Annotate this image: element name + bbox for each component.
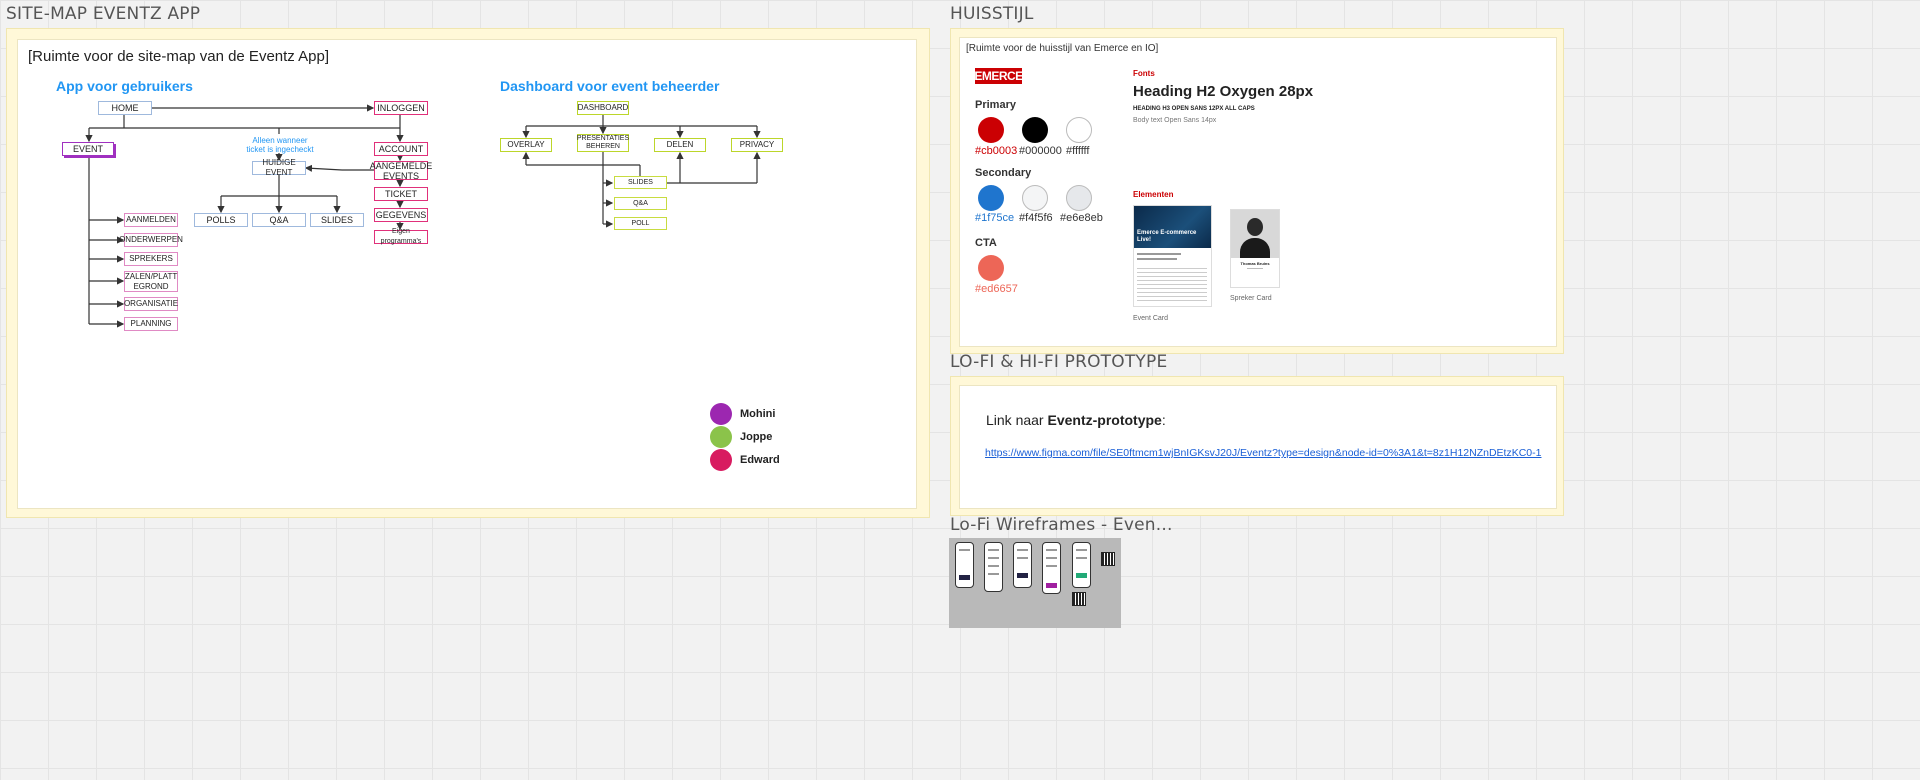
node-huidige-event[interactable]: HUIDIGE EVENT — [252, 158, 306, 177]
huisstijl-placeholder: [Ruimte voor de huisstijl van Emerce en … — [966, 43, 1159, 54]
node-zalen-plattegrond[interactable]: ZALEN/PLATT EGROND — [124, 271, 178, 292]
prototype-link-prefix: Link naar — [986, 412, 1048, 428]
node-dash-qa[interactable]: Q&A — [614, 197, 667, 210]
spreker-name: Thomas Bruins — [1240, 261, 1270, 266]
note-ingecheckt: Alleen wanneer ticket is ingecheckt — [246, 136, 314, 154]
node-dashboard[interactable]: DASHBOARD — [577, 101, 629, 115]
spreker-card-caption: Spreker Card — [1230, 295, 1272, 302]
cta-label: CTA — [975, 237, 997, 249]
primary-swatch-white — [1066, 117, 1092, 143]
secondary-swatch-light — [1022, 185, 1048, 211]
event-card-line — [1137, 253, 1181, 255]
prototype-link-bold: Eventz-prototype — [1047, 412, 1162, 428]
node-planning[interactable]: PLANNING — [124, 317, 178, 331]
node-dash-slides[interactable]: SLIDES — [614, 176, 667, 189]
secondary-hex-blue: #1f75ce — [975, 212, 1015, 224]
secondary-hex-grey: #e6e8eb — [1060, 212, 1103, 224]
primary-hex-white: #ffffff — [1066, 145, 1090, 157]
node-delen[interactable]: DELEN — [654, 138, 706, 152]
wireframe-phone-2 — [984, 542, 1003, 592]
legend-dot-mohini — [710, 403, 732, 425]
node-gegevens[interactable]: GEGEVENS — [374, 208, 428, 222]
event-card-caption: Event Card — [1133, 315, 1169, 322]
primary-swatch-black — [1022, 117, 1048, 143]
prototype-figma-link[interactable]: https://www.figma.com/file/SE0ftmcm1wjBn… — [985, 447, 1541, 459]
fonts-label: Fonts — [1133, 69, 1155, 78]
elementen-label: Elementen — [1133, 190, 1174, 199]
secondary-swatch-grey — [1066, 185, 1092, 211]
legend-dot-edward — [710, 449, 732, 471]
node-organisatie[interactable]: ORGANISATIE — [124, 297, 178, 311]
node-ticket[interactable]: TICKET — [374, 187, 428, 201]
node-event[interactable]: EVENT — [62, 142, 114, 156]
event-card[interactable]: Emerce E-commerce Live! — [1133, 205, 1212, 307]
heading-h2-sample: Heading H2 Oxygen 28px — [1133, 83, 1314, 100]
prototype-frame[interactable] — [950, 376, 1564, 516]
prototype-link-suffix: : — [1161, 412, 1166, 428]
secondary-swatch-blue — [978, 185, 1004, 211]
prototype-frame-title[interactable]: LO-FI & HI-FI PROTOTYPE — [950, 352, 1167, 372]
node-presentaties-beheren[interactable]: PRESENTATIES BEHEREN — [577, 134, 629, 152]
node-home[interactable]: HOME — [98, 101, 152, 115]
wireframes-frame[interactable] — [949, 538, 1121, 628]
node-polls[interactable]: POLLS — [194, 213, 248, 227]
wireframe-phone-5 — [1072, 542, 1091, 588]
secondary-label: Secondary — [975, 167, 1032, 179]
node-aangemelde-events[interactable]: AANGEMELDE EVENTS — [370, 161, 433, 181]
emerce-logo: EMERCE — [974, 68, 1023, 84]
cta-swatch — [978, 255, 1004, 281]
cta-hex: #ed6657 — [975, 283, 1018, 295]
spreker-divider — [1247, 268, 1263, 269]
huisstijl-frame-title[interactable]: HUISSTIJL — [950, 4, 1034, 24]
node-qa[interactable]: Q&A — [252, 213, 306, 227]
node-dash-poll[interactable]: POLL — [614, 217, 667, 230]
primary-label: Primary — [975, 99, 1016, 111]
heading-h3-sample: HEADING H3 OPEN SANS 12PX ALL CAPS — [1133, 106, 1255, 112]
node-sprekers[interactable]: SPREKERS — [124, 252, 178, 266]
node-privacy[interactable]: PRIVACY — [731, 138, 783, 152]
event-card-line — [1137, 258, 1177, 260]
node-overlay[interactable]: OVERLAY — [500, 138, 552, 152]
secondary-hex-light: #f4f5f6 — [1019, 212, 1053, 224]
qr-code-icon — [1072, 592, 1086, 606]
node-account[interactable]: ACCOUNT — [374, 142, 428, 156]
event-card-title: Emerce E-commerce Live! — [1137, 230, 1197, 243]
legend-dot-joppe — [710, 426, 732, 448]
node-inloggen[interactable]: INLOGGEN — [374, 101, 428, 115]
legend-name-joppe: Joppe — [740, 431, 773, 443]
primary-hex-black: #000000 — [1019, 145, 1062, 157]
primary-hex-red: #cb0003 — [975, 145, 1018, 157]
wireframe-phone-1 — [955, 542, 974, 588]
qr-code-icon — [1101, 552, 1115, 566]
node-aanmelden[interactable]: AANMELDEN — [124, 213, 178, 227]
wireframes-frame-title[interactable]: Lo-Fi Wireframes - Even... — [950, 515, 1173, 535]
spreker-card[interactable]: Thomas Bruins — [1230, 209, 1280, 288]
spreker-photo — [1231, 210, 1279, 258]
event-card-body — [1137, 268, 1207, 302]
wireframe-phone-3 — [1013, 542, 1032, 588]
legend-name-mohini: Mohini — [740, 408, 776, 420]
node-onderwerpen[interactable]: ONDERWERPEN — [119, 233, 183, 247]
primary-swatch-red — [978, 117, 1004, 143]
wireframe-phone-4 — [1042, 542, 1061, 594]
node-slides[interactable]: SLIDES — [310, 213, 364, 227]
legend-name-edward: Edward — [740, 454, 780, 466]
node-eigen-programmas[interactable]: Eigen programma's — [374, 228, 428, 245]
body-text-sample: Body text Open Sans 14px — [1133, 117, 1217, 124]
prototype-link-label: Link naar Eventz-prototype: — [986, 412, 1166, 428]
